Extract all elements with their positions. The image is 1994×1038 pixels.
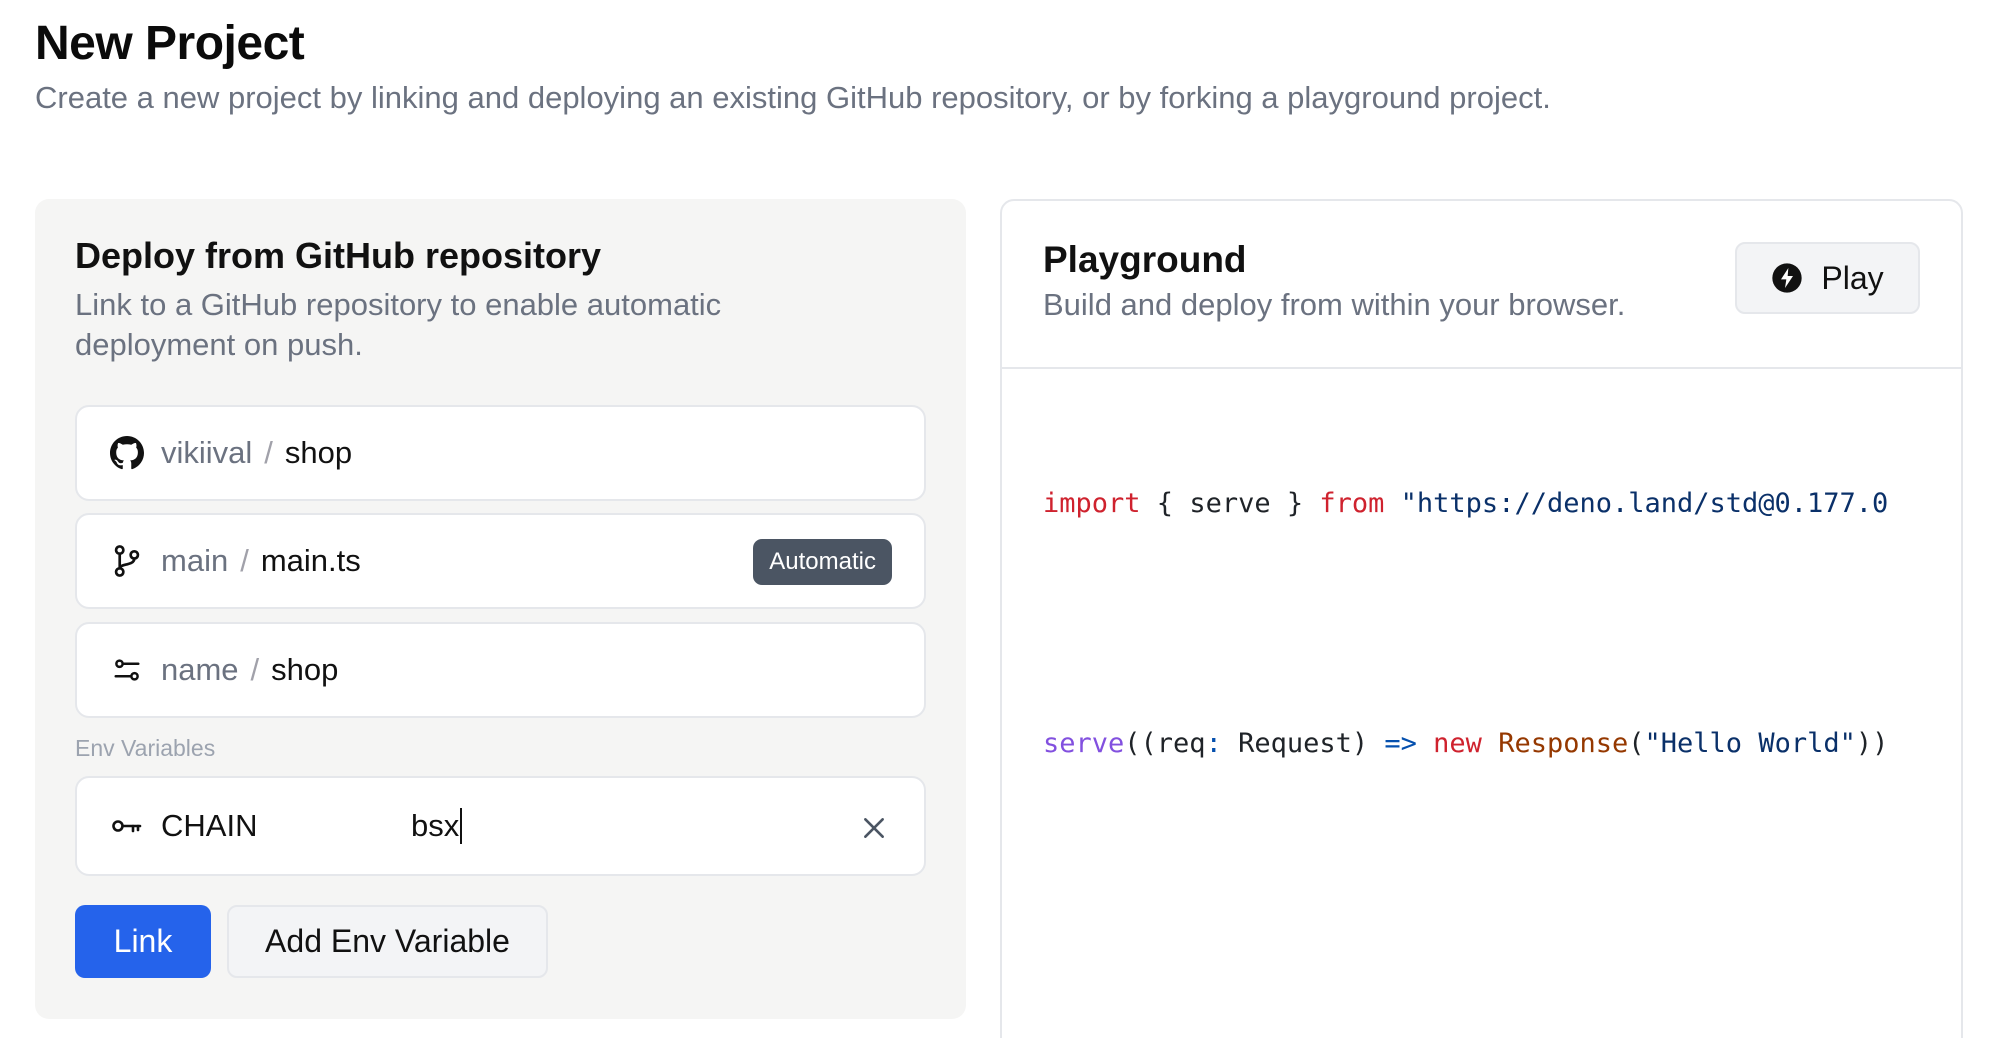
project-name-field[interactable]: name / shop (75, 622, 926, 718)
name-label: name (161, 652, 239, 687)
repo-owner: vikiival (161, 435, 253, 470)
env-key-input[interactable]: CHAIN (161, 808, 411, 844)
code-token: => (1384, 728, 1417, 759)
play-label: Play (1821, 259, 1884, 296)
repository-selector[interactable]: vikiival / shop (75, 405, 926, 501)
env-variable-row: CHAIN bsx (75, 776, 926, 876)
env-variables-label: Env Variables (75, 735, 216, 761)
remove-env-button[interactable] (854, 808, 894, 848)
github-card-title: Deploy from GitHub repository (75, 235, 602, 276)
code-token: ( (1628, 728, 1645, 759)
bolt-icon (1772, 263, 1803, 293)
code-token: from (1319, 488, 1385, 519)
code-token: : (1205, 728, 1222, 759)
sliders-icon (109, 652, 145, 688)
repo-name: shop (284, 435, 353, 470)
env-value-text: bsx (411, 808, 460, 843)
github-deploy-card: Deploy from GitHub repository Link to a … (35, 199, 966, 1019)
entry-separator: / (240, 543, 249, 578)
close-icon (864, 818, 884, 838)
key-icon (109, 808, 145, 844)
link-button[interactable]: Link (75, 905, 211, 978)
code-line-2: serve((req: Request) => new Response("He… (1043, 724, 1923, 764)
play-button[interactable]: Play (1735, 242, 1920, 314)
playground-card: Playground Build and deploy from within … (1000, 199, 1963, 1038)
code-line-1: import { serve } from "https://deno.land… (1043, 484, 1923, 524)
code-token: { serve } (1140, 488, 1320, 519)
project-name-value: shop (271, 652, 339, 687)
code-token: new (1433, 728, 1482, 759)
env-value-input[interactable]: bsx (411, 808, 463, 844)
code-token: )) (1855, 728, 1889, 759)
git-branch-icon (109, 543, 145, 579)
code-token: ((req (1124, 728, 1206, 759)
github-card-description: Link to a GitHub repository to enable au… (75, 287, 722, 362)
entrypoint-selector[interactable]: main / main.ts Automatic (75, 513, 926, 609)
entry-file: main.ts (260, 543, 361, 578)
name-separator: / (250, 652, 260, 687)
add-env-variable-button[interactable]: Add Env Variable (227, 905, 548, 978)
repo-separator: / (264, 435, 273, 470)
github-icon (109, 435, 145, 471)
code-token: serve (1043, 728, 1125, 759)
playground-description: Build and deploy from within your browse… (1043, 287, 1626, 322)
automatic-badge: Automatic (753, 539, 892, 585)
code-token: Request) (1221, 728, 1385, 759)
playground-title: Playground (1043, 239, 1247, 280)
new-project-page: New Project Create a new project by link… (0, 0, 1994, 1038)
code-preview: import { serve } from "https://deno.land… (1043, 404, 1923, 844)
code-token: import (1043, 488, 1141, 519)
code-token: "Hello World" (1644, 728, 1856, 759)
divider (1002, 367, 1961, 369)
page-subtitle: Create a new project by linking and depl… (35, 80, 1551, 115)
text-cursor (460, 808, 463, 844)
code-token: "https://deno.land/std@0.177.0 (1400, 488, 1889, 519)
branch-name: main (161, 543, 229, 578)
code-token: Response (1498, 728, 1629, 759)
page-title: New Project (35, 17, 305, 70)
